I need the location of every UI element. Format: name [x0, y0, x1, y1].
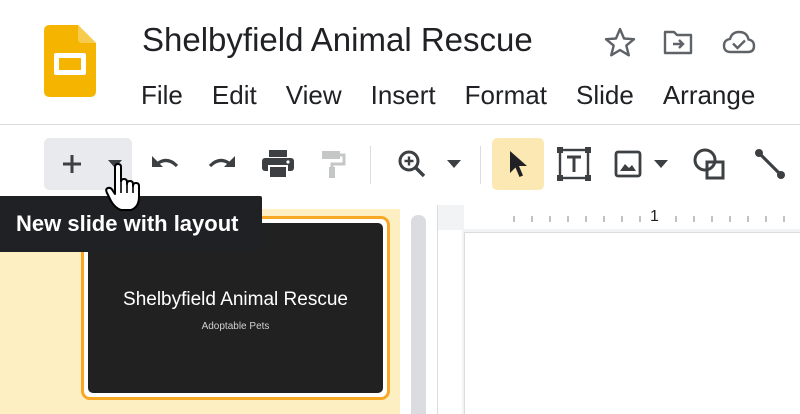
- slide-canvas[interactable]: [464, 232, 800, 414]
- text-box-button[interactable]: [552, 138, 596, 190]
- select-tool-button[interactable]: [492, 138, 544, 190]
- shape-icon: [693, 148, 725, 180]
- redo-icon: [208, 156, 235, 168]
- zoom-in-icon: [398, 150, 426, 178]
- slide-thumbnail-subtitle: Adoptable Pets: [201, 321, 270, 332]
- print-button[interactable]: [258, 138, 298, 190]
- paint-format-icon: [322, 151, 346, 178]
- slide-thumbnail-title: Shelbyfield Animal Rescue: [123, 289, 348, 310]
- paint-format-button[interactable]: [315, 138, 351, 190]
- image-dropdown[interactable]: [648, 138, 674, 190]
- menu-file[interactable]: File: [141, 79, 183, 111]
- zoom-button[interactable]: [392, 138, 432, 190]
- menu-view[interactable]: View: [286, 79, 342, 111]
- print-icon: [262, 150, 294, 179]
- horizontal-ruler[interactable]: [464, 205, 800, 229]
- menu-slide[interactable]: Slide: [576, 79, 634, 111]
- ruler-label: 1: [650, 208, 659, 225]
- line-button[interactable]: [748, 138, 792, 190]
- shape-button[interactable]: [688, 138, 730, 190]
- plus-icon: [63, 155, 81, 173]
- menu-bar: File Edit View Insert Format Slide Arran…: [141, 79, 784, 111]
- toolbar-separator: [370, 146, 371, 184]
- cursor-arrow-icon: [510, 151, 527, 177]
- menu-format[interactable]: Format: [465, 79, 547, 111]
- vertical-ruler[interactable]: [438, 230, 462, 414]
- google-slides-logo[interactable]: [44, 25, 96, 97]
- chevron-down-icon: [447, 160, 461, 168]
- ruler-ticks: [513, 216, 785, 222]
- image-icon: [614, 150, 642, 178]
- cloud-saved-icon[interactable]: [722, 27, 756, 57]
- undo-button[interactable]: [145, 138, 185, 190]
- menu-arrange[interactable]: Arrange: [663, 79, 756, 111]
- zoom-dropdown[interactable]: [440, 138, 468, 190]
- text-box-icon: [557, 147, 591, 181]
- document-title[interactable]: Shelbyfield Animal Rescue: [142, 20, 533, 60]
- toolbar-separator: [480, 146, 481, 184]
- header-divider: [0, 124, 800, 125]
- star-icon[interactable]: [604, 27, 636, 57]
- insert-image-button[interactable]: [610, 138, 646, 190]
- menu-edit[interactable]: Edit: [212, 79, 257, 111]
- menu-insert[interactable]: Insert: [371, 79, 436, 111]
- new-slide-button[interactable]: [54, 138, 90, 190]
- hand-cursor-icon: [105, 163, 141, 213]
- filmstrip-scrollbar[interactable]: [411, 215, 426, 414]
- undo-icon: [152, 156, 179, 168]
- chevron-down-icon: [654, 160, 668, 168]
- move-to-folder-icon[interactable]: [662, 27, 694, 57]
- line-icon: [755, 149, 785, 179]
- redo-button[interactable]: [202, 138, 242, 190]
